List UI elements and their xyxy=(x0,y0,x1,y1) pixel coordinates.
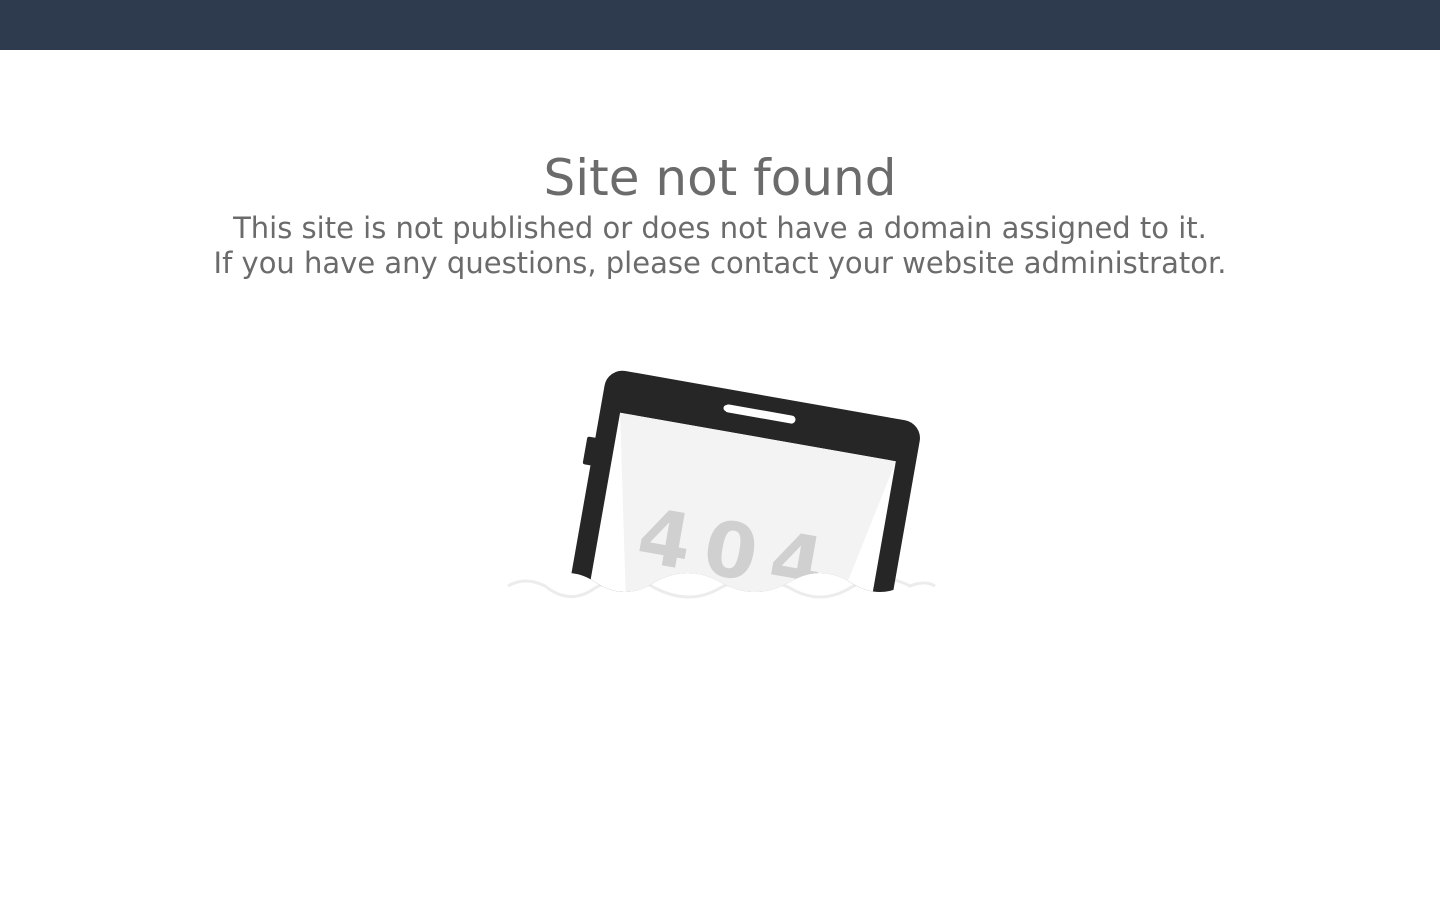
tablet-404-illustration: 404 xyxy=(507,370,936,599)
page-title: Site not found xyxy=(543,149,897,207)
top-bar xyxy=(0,0,1440,50)
message-line-1: This site is not published or does not h… xyxy=(233,211,1207,245)
message-line-2: If you have any questions, please contac… xyxy=(213,246,1227,280)
tablet-device: 404 xyxy=(562,370,920,592)
error-message: This site is not published or does not h… xyxy=(0,211,1440,281)
error-page: Site not found This site is not publishe… xyxy=(0,50,1440,900)
